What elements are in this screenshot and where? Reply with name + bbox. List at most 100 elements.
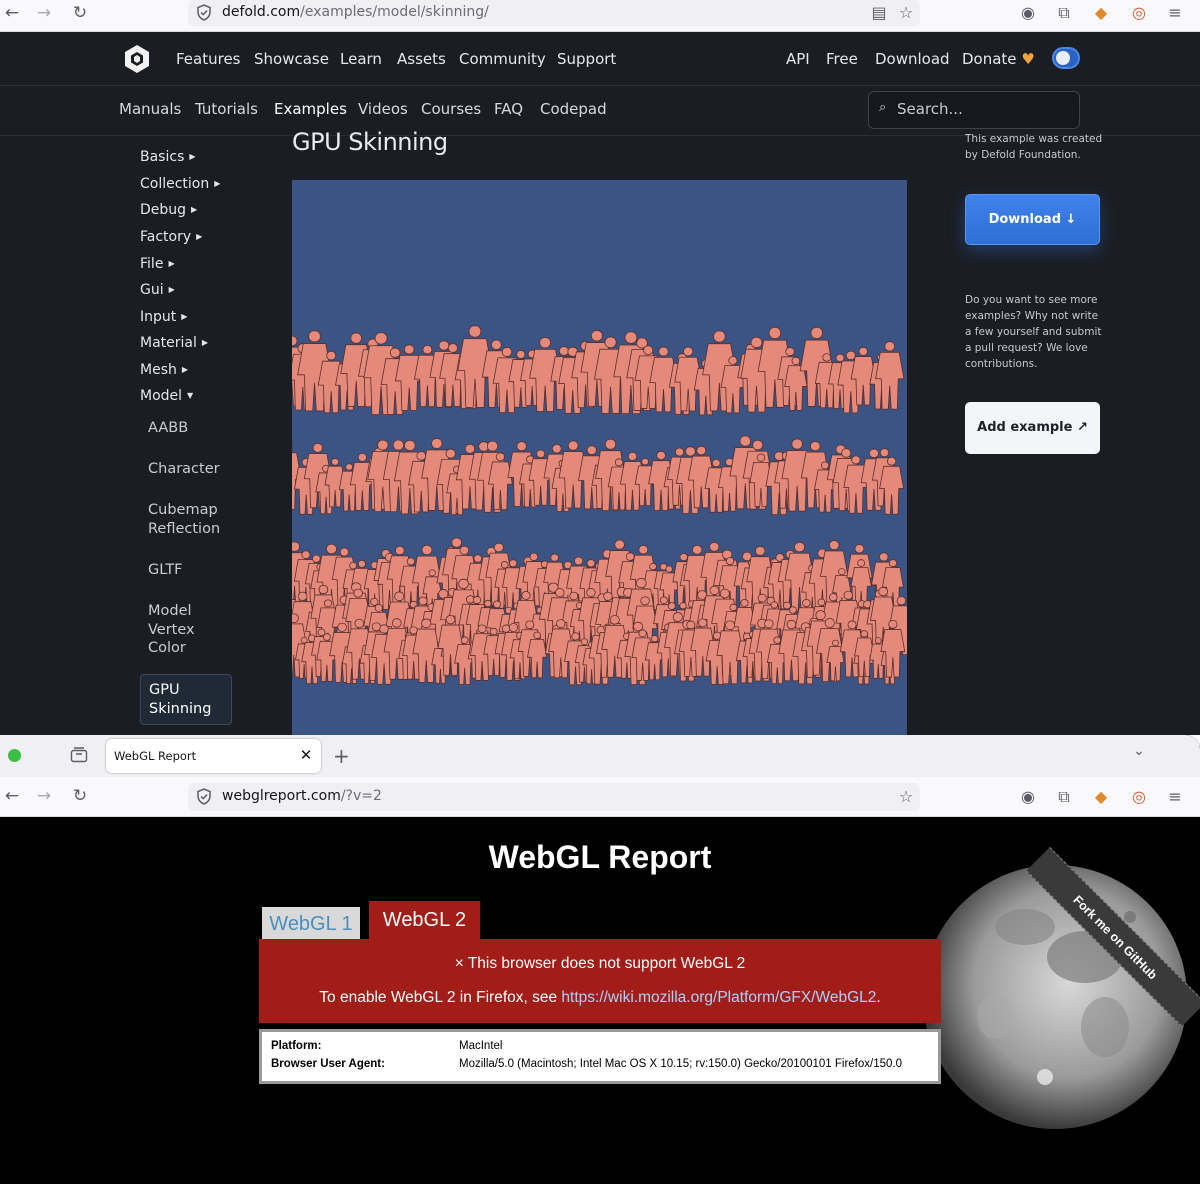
subnav-examples[interactable]: Examples	[274, 100, 347, 118]
extensions-icon[interactable]: ⧉	[1053, 786, 1075, 808]
shield-icon[interactable]	[196, 788, 212, 805]
caret-right-icon: ▶	[189, 152, 196, 161]
browser-info-table: Platform: MacIntel Browser User Agent: M…	[259, 1029, 941, 1084]
mozilla-wiki-link[interactable]: https://wiki.mozilla.org/Platform/GFX/We…	[561, 989, 876, 1006]
heart-icon: ♥	[1021, 50, 1035, 68]
skinned-crowd-render	[292, 325, 907, 686]
sidebar-factory[interactable]: Factory ▶	[140, 229, 202, 245]
forward-icon[interactable]: →	[32, 785, 56, 809]
caret-right-icon: ▶	[201, 338, 209, 347]
subnav-faq[interactable]: FAQ	[494, 100, 523, 118]
moon-icon	[1056, 51, 1070, 65]
nav-assets[interactable]: Assets	[397, 50, 446, 68]
defold-logo-icon[interactable]	[122, 44, 152, 74]
caret-right-icon: ▶	[181, 312, 188, 321]
address-bar[interactable]: webglreport.com/?v=2 ☆	[188, 783, 920, 811]
sidebar-mesh[interactable]: Mesh ▶	[140, 362, 188, 378]
top-url-toolbar: ← → ↻ defold.com/examples/model/skinning…	[0, 0, 1200, 32]
tab-list-icon[interactable]	[70, 747, 88, 763]
sidebar-item-aabb[interactable]: AABB	[148, 419, 238, 438]
privacy-extension-icon[interactable]: ◎	[1128, 786, 1150, 808]
url-text: webglreport.com/?v=2	[222, 788, 382, 804]
sidebar-collection[interactable]: Collection ▶	[140, 176, 220, 192]
sidebar-material[interactable]: Material ▶	[140, 335, 208, 351]
caret-down-icon: ▼	[187, 391, 194, 400]
chevron-down-icon[interactable]: ⌄	[1133, 743, 1145, 759]
webgl-report-page: WebGL Report WebGL 1 WebGL 2 × This brow…	[0, 817, 1200, 1184]
tab-webgl1[interactable]: WebGL 1	[262, 907, 360, 941]
subnav-videos[interactable]: Videos	[358, 100, 408, 118]
nav-support[interactable]: Support	[557, 50, 616, 68]
nav-learn[interactable]: Learn	[340, 50, 382, 68]
url-text: defold.com/examples/model/skinning/	[222, 4, 489, 20]
sidebar-debug[interactable]: Debug ▶	[140, 202, 197, 218]
nav-download[interactable]: Download	[875, 50, 950, 68]
sidebar-item-model-vertex-color[interactable]: Model Vertex Color	[148, 602, 208, 658]
sub-navigation: Manuals Tutorials Examples Videos Course…	[0, 86, 1200, 136]
sidebar-item-character[interactable]: Character	[148, 460, 238, 479]
bookmark-star-icon[interactable]: ☆	[895, 786, 917, 808]
webgl-report-browser-window: WebGL Report ✕ + ⌄ ← → ↻ webglreport.com…	[0, 735, 1200, 1184]
nav-api[interactable]: API	[786, 50, 810, 68]
page-title: GPU Skinning	[292, 128, 448, 156]
new-tab-icon[interactable]: +	[333, 744, 350, 768]
example-canvas[interactable]	[292, 180, 907, 735]
theme-toggle[interactable]	[1052, 47, 1080, 69]
nav-donate[interactable]: Donate ♥	[962, 50, 1035, 68]
error-message: × This browser does not support WebGL 2	[454, 955, 746, 972]
search-input[interactable]	[897, 100, 1067, 118]
sidebar-input[interactable]: Input ▶	[140, 309, 187, 325]
nav-free[interactable]: Free	[826, 50, 858, 68]
add-example-button[interactable]: Add example ↗	[965, 402, 1100, 454]
privacy-extension-icon[interactable]: ◎	[1128, 2, 1150, 24]
extension-badge-icon[interactable]: ◆	[1090, 2, 1112, 24]
reader-view-icon[interactable]: ▤	[868, 2, 890, 24]
download-button[interactable]: Download ↓	[965, 194, 1100, 245]
extension-badge-icon[interactable]: ◆	[1090, 786, 1112, 808]
bookmark-star-icon[interactable]: ☆	[895, 2, 917, 24]
caret-right-icon: ▶	[214, 179, 221, 188]
sidebar-item-gpu-skinning[interactable]: GPU Skinning	[140, 674, 232, 725]
reload-icon[interactable]: ↻	[68, 2, 92, 26]
nav-showcase[interactable]: Showcase	[254, 50, 329, 68]
subnav-tutorials[interactable]: Tutorials	[195, 100, 258, 118]
back-icon[interactable]: ←	[0, 2, 24, 26]
forward-icon[interactable]: →	[32, 2, 56, 26]
close-icon[interactable]: ✕	[297, 745, 315, 765]
menu-icon[interactable]: ≡	[1164, 786, 1186, 808]
account-icon[interactable]: ◉	[1017, 2, 1039, 24]
site-header: Features Showcase Learn Assets Community…	[0, 32, 1200, 86]
caret-right-icon: ▶	[196, 232, 203, 241]
account-icon[interactable]: ◉	[1017, 786, 1039, 808]
reload-icon[interactable]: ↻	[68, 785, 92, 809]
tab-webgl2[interactable]: WebGL 2	[369, 901, 480, 941]
subnav-courses[interactable]: Courses	[421, 100, 481, 118]
contribute-note: Do you want to see more examples? Why no…	[965, 294, 1102, 370]
search-icon: ⌕	[879, 100, 887, 115]
shield-icon[interactable]	[196, 4, 212, 21]
platform-label: Platform:	[271, 1040, 322, 1052]
sidebar-gui[interactable]: Gui ▶	[140, 282, 175, 298]
subnav-codepad[interactable]: Codepad	[540, 100, 607, 118]
caret-right-icon: ▶	[168, 285, 175, 294]
report-title: WebGL Report	[488, 839, 712, 875]
window-zoom-button[interactable]	[8, 749, 21, 762]
address-bar[interactable]: defold.com/examples/model/skinning/ ▤ ☆	[188, 0, 920, 26]
tab-webgl-report[interactable]: WebGL Report ✕	[106, 739, 321, 773]
back-icon[interactable]: ←	[0, 785, 24, 809]
sidebar-item-cubemap-reflection[interactable]: Cubemap Reflection	[148, 501, 238, 538]
tab-title: WebGL Report	[114, 749, 197, 763]
enable-instructions: To enable WebGL 2 in Firefox, see https:…	[319, 989, 881, 1006]
nav-features[interactable]: Features	[176, 50, 241, 68]
sidebar-model[interactable]: Model ▼	[140, 388, 193, 404]
extensions-icon[interactable]: ⧉	[1053, 2, 1075, 24]
tab-strip: WebGL Report ✕ + ⌄	[0, 735, 1200, 777]
search-box[interactable]: ⌕	[868, 91, 1080, 129]
error-message-box: × This browser does not support WebGL 2 …	[259, 939, 941, 1023]
sidebar-file[interactable]: File ▶	[140, 256, 175, 272]
subnav-manuals[interactable]: Manuals	[119, 100, 181, 118]
menu-icon[interactable]: ≡	[1164, 2, 1186, 24]
sidebar-item-gltf[interactable]: GLTF	[148, 561, 238, 580]
sidebar-basics[interactable]: Basics ▶	[140, 149, 196, 165]
nav-community[interactable]: Community	[459, 50, 546, 68]
